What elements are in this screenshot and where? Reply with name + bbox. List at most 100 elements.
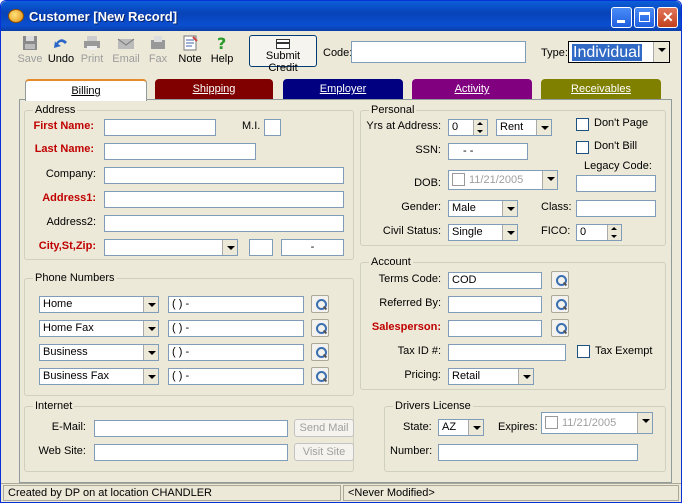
state-input[interactable] — [249, 239, 273, 256]
customer-window: Customer [New Record] ✕ Save Undo Print … — [0, 0, 682, 503]
city-st-zip-label: City,St,Zip: — [38, 240, 96, 252]
gender-select[interactable]: Male — [448, 200, 518, 217]
class-input[interactable] — [576, 200, 656, 217]
referred-by-label: Referred By: — [379, 297, 441, 309]
undo-button[interactable]: Undo — [46, 35, 76, 65]
dont-bill-checkbox[interactable] — [576, 141, 589, 154]
phone-input-2[interactable]: ( ) - — [168, 320, 304, 337]
last-name-input[interactable] — [104, 143, 256, 160]
pricing-select[interactable]: Retail — [448, 368, 534, 385]
tab-activity[interactable]: Activity — [412, 79, 532, 100]
first-name-label: First Name: — [33, 120, 94, 132]
tax-id-label: Tax ID #: — [397, 345, 441, 357]
search-icon[interactable] — [551, 271, 569, 289]
dob-checkbox[interactable] — [452, 173, 465, 186]
svg-text:?: ? — [217, 35, 226, 51]
tab-shipping[interactable]: Shipping — [155, 79, 273, 100]
chevron-down-icon — [143, 321, 158, 336]
address-group-title: Address — [33, 104, 78, 116]
tax-exempt-label: Tax Exempt — [595, 345, 653, 357]
close-button[interactable]: ✕ — [657, 7, 678, 28]
referred-by-input[interactable] — [448, 296, 542, 313]
search-icon[interactable] — [311, 367, 329, 385]
search-icon[interactable] — [311, 295, 329, 313]
phone-input-3[interactable]: ( ) - — [168, 344, 304, 361]
dont-page-checkbox[interactable] — [576, 118, 589, 131]
phone-input-4[interactable]: ( ) - — [168, 368, 304, 385]
status-modified: <Never Modified> — [343, 485, 679, 501]
email-button[interactable]: Email — [111, 35, 141, 65]
mi-input[interactable] — [264, 119, 281, 136]
phone-type-select-2[interactable]: Home Fax — [39, 320, 159, 337]
company-input[interactable] — [104, 167, 344, 184]
address1-input[interactable] — [104, 191, 344, 208]
drivers-license-group-title: Drivers License — [393, 400, 473, 412]
search-icon[interactable] — [311, 319, 329, 337]
title-bar: Customer [New Record] ✕ — [1, 1, 681, 31]
search-icon[interactable] — [551, 319, 569, 337]
chevron-down-icon[interactable] — [653, 42, 669, 62]
civil-status-select[interactable]: Single — [448, 224, 518, 241]
last-name-label: Last Name: — [34, 143, 94, 155]
legacy-code-input[interactable] — [576, 175, 656, 192]
billing-panel: Address First Name: M.I. Last Name: Comp… — [19, 99, 672, 483]
tab-employer[interactable]: Employer — [283, 79, 403, 100]
visit-site-button[interactable]: Visit Site — [294, 443, 354, 461]
phone-input-1[interactable]: ( ) - — [168, 296, 304, 313]
window-title: Customer [New Record] — [29, 9, 178, 24]
dob-label: DOB: — [414, 177, 441, 189]
license-number-input[interactable] — [438, 444, 638, 461]
terms-code-input[interactable]: COD — [448, 272, 542, 289]
address2-input[interactable] — [104, 215, 344, 232]
type-select-value: Individual — [572, 44, 642, 61]
phone-type-select-4[interactable]: Business Fax — [39, 368, 159, 385]
dob-picker[interactable]: 11/21/2005 — [448, 170, 558, 190]
rent-select[interactable]: Rent — [496, 119, 552, 136]
search-icon[interactable] — [311, 343, 329, 361]
printer-icon — [84, 36, 100, 50]
minimize-button[interactable] — [611, 7, 632, 28]
ssn-input[interactable]: - - — [448, 143, 528, 160]
chevron-down-icon — [143, 369, 158, 384]
tax-exempt-checkbox[interactable] — [577, 345, 590, 358]
phone-type-select-3[interactable]: Business — [39, 344, 159, 361]
email-input[interactable] — [94, 420, 288, 437]
toolbar: Save Undo Print Email Fax Note ? Help Su — [1, 31, 681, 74]
website-input[interactable] — [94, 444, 288, 461]
help-button[interactable]: ? Help — [207, 35, 237, 65]
note-button[interactable]: Note — [175, 35, 205, 65]
yrs-at-address-spinner[interactable]: 0 — [448, 119, 488, 136]
city-select[interactable] — [104, 239, 238, 256]
save-button[interactable]: Save — [15, 35, 45, 65]
spinner-arrows-icon[interactable] — [607, 225, 621, 240]
zip-input[interactable]: - — [281, 239, 344, 256]
license-state-select[interactable]: AZ — [438, 419, 484, 436]
type-select[interactable]: Individual — [568, 41, 670, 63]
terms-code-label: Terms Code: — [378, 273, 441, 285]
address2-label: Address2: — [46, 216, 96, 228]
ssn-label: SSN: — [415, 144, 441, 156]
fico-spinner[interactable]: 0 — [576, 224, 622, 241]
tax-id-input[interactable] — [448, 344, 566, 361]
salesperson-input[interactable] — [448, 320, 542, 337]
maximize-button[interactable] — [634, 7, 655, 28]
code-label: Code: — [323, 47, 353, 59]
chevron-down-icon — [502, 201, 517, 216]
fax-button[interactable]: Fax — [143, 35, 173, 65]
expires-label: Expires: — [498, 421, 538, 433]
expires-picker[interactable]: 11/21/2005 — [541, 412, 653, 434]
tab-billing[interactable]: Billing — [25, 79, 147, 101]
salesperson-label: Salesperson: — [371, 321, 441, 333]
chevron-down-icon — [518, 369, 533, 384]
phone-type-select-1[interactable]: Home — [39, 296, 159, 313]
code-input[interactable] — [351, 41, 526, 63]
expires-checkbox[interactable] — [545, 416, 558, 429]
submit-credit-button[interactable]: Submit Credit — [249, 35, 317, 74]
send-mail-button[interactable]: Send Mail — [294, 419, 354, 437]
spinner-arrows-icon[interactable] — [473, 120, 487, 135]
tab-receivables[interactable]: Receivables — [541, 79, 661, 100]
print-button[interactable]: Print — [77, 35, 107, 65]
search-icon[interactable] — [551, 295, 569, 313]
first-name-input[interactable] — [104, 119, 216, 136]
status-created: Created by DP on at location CHANDLER — [3, 485, 341, 501]
